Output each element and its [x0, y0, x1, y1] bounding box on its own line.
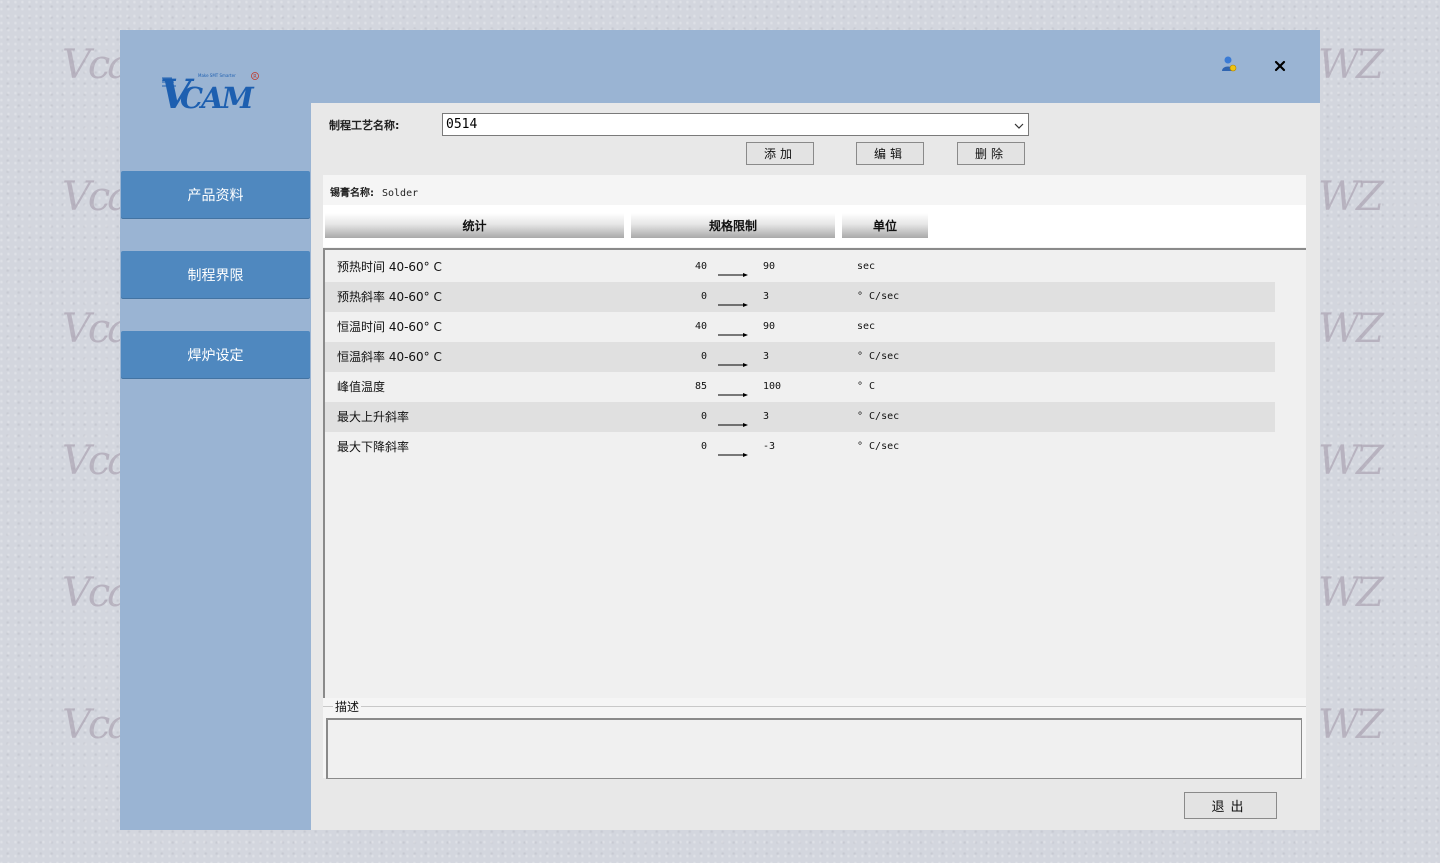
svg-text:CAM: CAM: [180, 81, 255, 115]
process-name-select[interactable]: 0514: [442, 113, 1029, 136]
row-min: 85: [695, 381, 708, 392]
row-max: 90: [763, 261, 776, 272]
row-max: 3: [763, 411, 770, 422]
limits-table: 预热时间 40-60° C 40 90 sec 预热斜率 40-60° C 0 …: [323, 248, 1306, 698]
description-textarea[interactable]: [326, 718, 1302, 779]
watermark: Vca: [62, 570, 131, 616]
close-button[interactable]: [1268, 54, 1292, 78]
table-row[interactable]: 峰值温度 85 100 ° C: [325, 372, 1275, 402]
exit-button-label: 退出: [1211, 800, 1250, 815]
limits-panel: 锡膏名称: Solder 统计 规格限制 单位 预热时间 40-60° C 40 …: [323, 175, 1306, 779]
row-name: 恒温斜率 40-60° C: [337, 350, 442, 364]
watermark: WZ: [1318, 306, 1384, 352]
watermark: Vca: [62, 702, 131, 748]
process-name-value: 0514: [446, 117, 478, 132]
row-unit: ° C/sec: [857, 441, 900, 452]
edit-button-label: 编辑: [873, 147, 906, 161]
row-max: 3: [763, 291, 770, 302]
sidebar-item-product-info[interactable]: 产品资料: [121, 171, 310, 219]
sidebar-item-label: 制程界限: [187, 268, 244, 284]
add-button[interactable]: 添加: [746, 142, 814, 165]
chevron-down-icon: [1014, 118, 1024, 130]
svg-text:Make SMT Smarter: Make SMT Smarter: [198, 73, 236, 78]
table-row[interactable]: 预热斜率 40-60° C 0 3 ° C/sec: [325, 282, 1275, 312]
process-name-label: 制程工艺名称:: [329, 119, 400, 132]
edit-button[interactable]: 编辑: [856, 142, 924, 165]
table-row[interactable]: 恒温时间 40-60° C 40 90 sec: [325, 312, 1275, 342]
row-name: 预热斜率 40-60° C: [337, 290, 442, 304]
content-area: 制程工艺名称: 0514 添加 编辑 删除 锡膏名称: Solder 统计 规格限…: [311, 103, 1320, 830]
description-label: 描述: [333, 698, 362, 715]
table-header: 统计 规格限制 单位: [323, 205, 1306, 247]
watermark: WZ: [1318, 702, 1384, 748]
row-unit: ° C: [857, 381, 876, 392]
arrow-right-icon: [718, 386, 748, 397]
solder-paste-value: Solder: [382, 188, 419, 199]
watermark: Vca: [62, 42, 131, 88]
watermark: Vca: [62, 306, 131, 352]
watermark: WZ: [1318, 570, 1384, 616]
row-min: 0: [701, 351, 708, 362]
row-min: 40: [695, 261, 708, 272]
table-row[interactable]: 最大下降斜率 0 -3 ° C/sec: [325, 432, 1275, 462]
row-name: 峰值温度: [337, 380, 386, 394]
row-min: 0: [701, 411, 708, 422]
table-row[interactable]: 恒温斜率 40-60° C 0 3 ° C/sec: [325, 342, 1275, 372]
row-min: 0: [701, 441, 708, 452]
watermark: WZ: [1318, 174, 1384, 220]
sidebar-item-process-limits[interactable]: 制程界限: [121, 251, 310, 299]
arrow-right-icon: [718, 326, 748, 337]
table-row[interactable]: 最大上升斜率 0 3 ° C/sec: [325, 402, 1275, 432]
main-window: V CAM Make SMT Smarter R 产品资料 制程界限 焊炉设定 …: [120, 30, 1320, 830]
description-group: 描述: [323, 698, 1306, 779]
watermark: WZ: [1318, 42, 1384, 88]
exit-button[interactable]: 退出: [1184, 792, 1277, 819]
row-max: 3: [763, 351, 770, 362]
column-header-spec-limit[interactable]: 规格限制: [631, 213, 835, 238]
row-max: 100: [763, 381, 782, 392]
row-max: -3: [763, 441, 776, 452]
watermark: Vca: [62, 438, 131, 484]
add-button-label: 添加: [763, 147, 796, 161]
vcam-logo: V CAM Make SMT Smarter R: [160, 68, 270, 118]
close-icon: [1274, 57, 1286, 76]
row-min: 40: [695, 321, 708, 332]
user-button[interactable]: [1217, 54, 1241, 78]
row-name: 恒温时间 40-60° C: [337, 320, 442, 334]
row-unit: ° C/sec: [857, 351, 900, 362]
row-max: 90: [763, 321, 776, 332]
column-header-statistic[interactable]: 统计: [325, 213, 624, 238]
arrow-right-icon: [718, 356, 748, 367]
sidebar-item-oven-settings[interactable]: 焊炉设定: [121, 331, 310, 379]
sidebar-item-label: 焊炉设定: [187, 348, 244, 364]
divider: [323, 706, 1306, 707]
watermark: Vca: [62, 174, 131, 220]
watermark: WZ: [1318, 438, 1384, 484]
arrow-right-icon: [718, 266, 748, 277]
column-header-unit[interactable]: 单位: [842, 213, 928, 238]
row-unit: sec: [857, 261, 876, 272]
delete-button-label: 删除: [974, 147, 1007, 161]
row-name: 预热时间 40-60° C: [337, 260, 442, 274]
row-name: 最大上升斜率: [337, 410, 410, 424]
solder-paste-name: 锡膏名称: Solder: [330, 184, 418, 199]
sidebar-item-label: 产品资料: [187, 188, 244, 204]
arrow-right-icon: [718, 416, 748, 427]
solder-paste-label: 锡膏名称:: [330, 188, 374, 199]
row-unit: sec: [857, 321, 876, 332]
user-icon: [1220, 55, 1238, 77]
svg-text:R: R: [253, 74, 257, 80]
arrow-right-icon: [718, 296, 748, 307]
table-row[interactable]: 预热时间 40-60° C 40 90 sec: [325, 252, 1275, 282]
arrow-right-icon: [718, 446, 748, 457]
row-unit: ° C/sec: [857, 411, 900, 422]
delete-button[interactable]: 删除: [957, 142, 1025, 165]
row-min: 0: [701, 291, 708, 302]
row-unit: ° C/sec: [857, 291, 900, 302]
row-name: 最大下降斜率: [337, 440, 410, 454]
